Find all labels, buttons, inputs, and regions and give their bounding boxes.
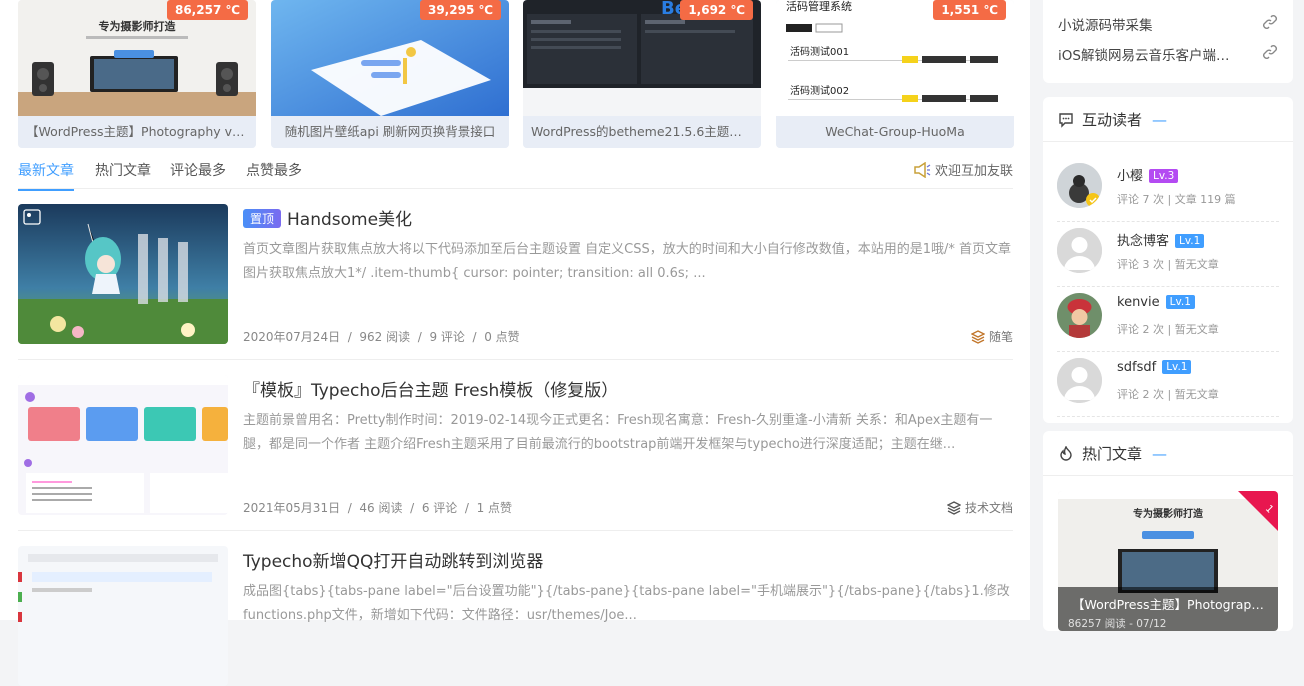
reader-stats: 评论 3 次 | 暂无文章 xyxy=(1117,258,1219,271)
hot-article-title: 【WordPress主题】Photograp… xyxy=(1072,597,1264,612)
article-likes: 0 点赞 xyxy=(484,330,520,344)
hot-article-card[interactable]: 专为摄影师打造 1 【WordPress主题】Photograp… 86257 … xyxy=(1058,491,1278,631)
hot-title: 热门文章 xyxy=(1082,445,1143,463)
hot-article-meta: 86257 阅读 - 07/12 xyxy=(1068,617,1166,630)
friend-link[interactable]: 欢迎互加友联 xyxy=(913,160,1013,179)
tab-most-comments[interactable]: 评论最多 xyxy=(170,160,226,180)
sidebar-link-label[interactable]: 小说源码带采集 xyxy=(1058,18,1153,34)
reader-name[interactable]: 执念博客 Lv.1 xyxy=(1117,230,1205,249)
hot-articles-widget: 热门文章 — 专为摄影师打造 1 【WordPress主题】Photograp… … xyxy=(1043,431,1293,631)
article-thumbnail[interactable] xyxy=(18,375,228,515)
level-badge: Lv.3 xyxy=(1149,169,1179,183)
level-badge: Lv.1 xyxy=(1175,234,1205,248)
article-title-text[interactable]: Handsome美化 xyxy=(287,210,412,230)
reader-name[interactable]: kenvie Lv.1 xyxy=(1117,295,1195,310)
reader-item[interactable]: 执念博客 Lv.1 评论 3 次 | 暂无文章 xyxy=(1057,222,1279,287)
pinned-badge: 置顶 xyxy=(243,209,282,228)
hot-heading: 热门文章 — xyxy=(1058,443,1167,464)
top-card[interactable]: 专为摄影师打造 86,257 ℃ 【WordPress主题】Photograph… xyxy=(18,0,256,148)
level-badge: Lv.1 xyxy=(1165,295,1195,309)
reader-item[interactable]: 小樱 Lv.3 评论 7 次 | 文章 119 篇 xyxy=(1057,157,1279,222)
article-category[interactable]: 随笔 xyxy=(970,328,1013,345)
article-category[interactable]: 技术文档 xyxy=(946,499,1013,516)
readers-widget: 互动读者 — 小樱 Lv.3 评论 7 次 | 文章 119 篇 执念博客 Lv.1 … xyxy=(1043,97,1293,423)
card-title[interactable]: 【WordPress主题】Photography v6.… xyxy=(18,116,256,148)
article-likes: 1 点赞 xyxy=(476,501,513,515)
card-thumb-text: 活码管理系统 xyxy=(786,0,852,13)
hot-thumb-text: 专为摄影师打造 xyxy=(1133,507,1204,520)
article-date: 2020年07月24日 xyxy=(243,330,341,344)
reader-name[interactable]: sdfsdf Lv.1 xyxy=(1117,360,1192,375)
article-comments: 9 评论 xyxy=(429,330,465,344)
top-card[interactable]: 活码管理系统 活码测试001 活码测试002 1,551 ℃ WeChat-Gr… xyxy=(776,0,1014,148)
link-icon xyxy=(1263,15,1277,29)
article-thumbnail[interactable] xyxy=(18,204,228,344)
readers-heading: 互动读者 — xyxy=(1058,109,1167,130)
sidebar-link[interactable]: 小说源码带采集 xyxy=(1058,14,1278,34)
article-category-label: 技术文档 xyxy=(964,501,1013,515)
heat-badge: 86,257 ℃ xyxy=(166,0,248,20)
divider xyxy=(1043,475,1293,476)
tab-latest[interactable]: 最新文章 xyxy=(18,160,74,191)
flame-icon xyxy=(1060,445,1072,461)
reader-stats: 评论 2 次 | 暂无文章 xyxy=(1117,388,1219,401)
reader-stats: 评论 2 次 | 暂无文章 xyxy=(1117,323,1219,336)
article-excerpt: 首页文章图片获取焦点放大将以下代码添加至后台主题设置 自定义CSS，放大的时间和… xyxy=(243,242,1011,281)
tab-most-likes[interactable]: 点赞最多 xyxy=(246,160,302,180)
sidebar-link-label[interactable]: iOS解锁网易云音乐客户端… xyxy=(1058,48,1229,64)
main-content: 专为摄影师打造 86,257 ℃ 【WordPress主题】Photograph… xyxy=(0,0,1030,686)
level-badge: Lv.1 xyxy=(1162,360,1192,374)
link-icon xyxy=(1263,45,1277,59)
layers-icon xyxy=(970,330,986,344)
card-thumb-text: 专为摄影师打造 xyxy=(99,19,177,33)
article-category-label: 随笔 xyxy=(988,330,1013,344)
heat-badge: 1,692 ℃ xyxy=(680,0,753,20)
article-title[interactable]: 『模板』Typecho后台主题 Fresh模板（修复版） xyxy=(243,376,618,401)
article-views: 962 阅读 xyxy=(359,330,411,344)
layers-icon xyxy=(946,501,962,515)
avatar[interactable] xyxy=(1057,293,1102,338)
card-title[interactable]: WordPress的betheme21.5.6主题，自… xyxy=(523,116,761,148)
article-item[interactable]: 『模板』Typecho后台主题 Fresh模板（修复版） 主题前景曾用名：Pre… xyxy=(18,360,1013,531)
article-excerpt: 主题前景曾用名：Pretty制作时间：2019-02-14现今正式更名：Fres… xyxy=(243,413,993,452)
article-meta: 2020年07月24日 / 962 阅读 / 9 评论 / 0 点赞 xyxy=(243,330,520,344)
article-comments: 6 评论 xyxy=(421,501,458,515)
article-meta: 2021年05月31日 / 46 阅读 / 6 评论 / 1 点赞 xyxy=(243,501,513,515)
article-item[interactable]: Typecho新增QQ打开自动跳转到浏览器 成品图{tabs}{tabs-pan… xyxy=(18,531,1013,686)
hot-article-thumbnail: 专为摄影师打造 1 【WordPress主题】Photograp… 86257 … xyxy=(1058,491,1278,631)
sidebar-link[interactable]: iOS解锁网易云音乐客户端… xyxy=(1058,44,1278,64)
card-thumb-row: 活码测试001 xyxy=(790,45,849,58)
friend-link-label: 欢迎互加友联 xyxy=(934,164,1013,179)
article-thumbnail[interactable] xyxy=(18,546,228,686)
article-date: 2021年05月31日 xyxy=(243,501,341,515)
reader-name[interactable]: 小樱 Lv.3 xyxy=(1117,165,1179,184)
divider xyxy=(1043,141,1293,142)
top-card[interactable]: Be 1,692 ℃ WordPress的betheme21.5.6主题，自… xyxy=(523,0,761,148)
card-title[interactable]: WeChat-Group-HuoMa xyxy=(776,116,1014,148)
megaphone-icon xyxy=(914,161,931,179)
top-card[interactable]: 39,295 ℃ 随机图片壁纸api 刷新网页换背景接口 xyxy=(271,0,509,148)
heat-badge: 39,295 ℃ xyxy=(419,0,501,20)
reader-stats: 评论 7 次 | 文章 119 篇 xyxy=(1117,193,1236,206)
card-thumb-row: 活码测试002 xyxy=(790,84,849,97)
reader-item[interactable]: kenvie Lv.1 评论 2 次 | 暂无文章 xyxy=(1057,287,1279,352)
article-views: 46 阅读 xyxy=(359,501,403,515)
reader-item[interactable]: sdfsdf Lv.1 评论 2 次 | 暂无文章 xyxy=(1057,352,1279,417)
avatar[interactable] xyxy=(1057,163,1102,208)
readers-title: 互动读者 xyxy=(1082,111,1143,129)
article-title[interactable]: Typecho新增QQ打开自动跳转到浏览器 xyxy=(243,547,543,572)
card-title[interactable]: 随机图片壁纸api 刷新网页换背景接口 xyxy=(271,116,509,148)
article-tabs: 最新文章 热门文章 评论最多 点赞最多 欢迎互加友联 xyxy=(18,150,1013,191)
chat-icon xyxy=(1059,113,1073,128)
article-item[interactable]: 置顶 Handsome美化 首页文章图片获取焦点放大将以下代码添加至后台主题设置 … xyxy=(18,189,1013,360)
links-widget: 小说源码带采集 iOS解锁网易云音乐客户端… xyxy=(1043,0,1293,83)
heat-badge: 1,551 ℃ xyxy=(933,0,1006,20)
tab-hot[interactable]: 热门文章 xyxy=(95,160,151,180)
avatar[interactable] xyxy=(1057,228,1102,273)
article-title[interactable]: 置顶 Handsome美化 xyxy=(243,205,412,230)
avatar[interactable] xyxy=(1057,358,1102,403)
article-excerpt: 成品图{tabs}{tabs-pane label="后台设置功能"}{/tab… xyxy=(243,584,1010,623)
